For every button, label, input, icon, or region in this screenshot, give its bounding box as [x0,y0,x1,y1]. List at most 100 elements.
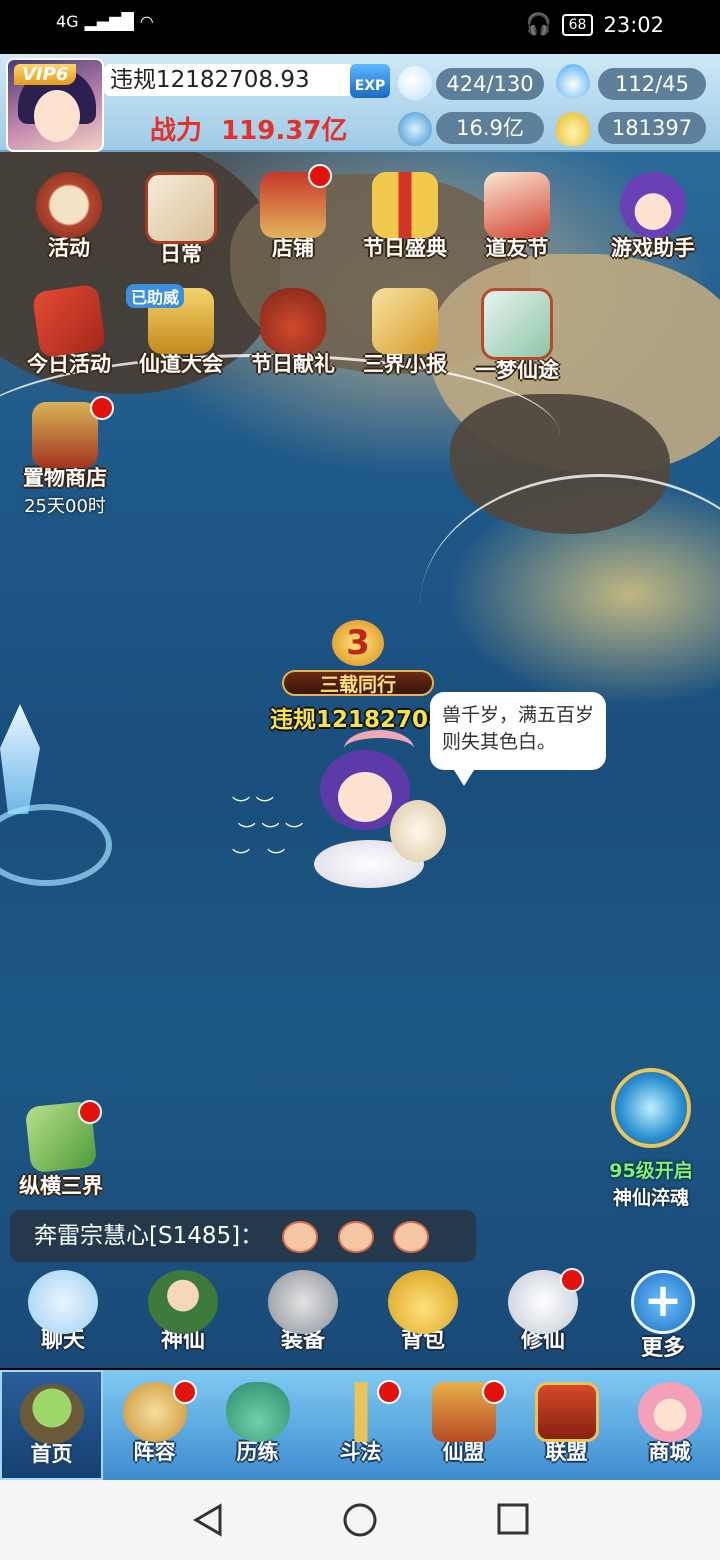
dream-scroll-icon [481,288,553,360]
pet-deer [390,800,446,862]
daoyou-festival-button[interactable]: 道友节 [462,172,572,262]
player-character[interactable] [310,730,460,900]
notification-dot [308,164,332,188]
today-activity-button[interactable]: 今日活动 [14,283,124,378]
vertical-realms-label: 纵横三界 [19,1174,103,1198]
player-hud: VIP6 违规12182708.93 EXP 战力 119.37亿 424/13… [0,54,720,152]
power-value: 119.37亿 [221,116,348,146]
soul-refine-feature[interactable]: 95级开启 神仙淬魂 [596,1068,706,1210]
chat-button[interactable]: 聊天 [18,1270,108,1354]
floating-island-icon [19,1384,84,1444]
tab-training[interactable]: 历练 [206,1370,309,1480]
birds-flock: ︶ ︶ ︶ ︶ ︶ ︶ ︶ [232,796,304,869]
tab-lineup[interactable]: 阵容 [103,1370,206,1480]
festival-gift-button[interactable]: 节日献礼 [238,288,348,378]
notification-dot [482,1380,506,1404]
gift-box-icon [372,172,438,238]
battery-indicator: 68 [561,13,594,36]
title-badge: 3 三载同行 [282,620,434,696]
energy-value[interactable]: 112/45 [598,68,706,100]
wifi-icon: ◠ [139,12,154,31]
character-name[interactable]: 违规12182708 [270,700,444,734]
grin-emoji-icon [282,1220,319,1253]
water-swirl [0,804,112,886]
exp-icon[interactable]: EXP [350,64,390,98]
storage-shop-icon [32,402,98,468]
game-assistant-button[interactable]: 游戏助手 [598,172,708,262]
cheered-badge: 已助威 [126,284,185,308]
immortal-hero-icon [148,1270,218,1334]
player-name-bar[interactable]: 违规12182708.93 [104,64,354,96]
gourd-icon [225,1382,290,1442]
festival-celebration-button[interactable]: 节日盛典 [350,172,460,262]
clock: 23:02 [603,12,664,37]
gem-icon [398,112,432,146]
grin-emoji-icon [337,1220,374,1253]
crystal-portal[interactable] [0,704,112,886]
world-chat-message[interactable]: 奔雷宗慧心[S1485]： [10,1210,476,1262]
storage-shop-timer: 25天00时 [24,496,106,517]
plus-icon: + [631,1270,695,1334]
notification-dot [78,1100,102,1124]
gem-value[interactable]: 16.9亿 [436,112,544,144]
more-button[interactable]: + 更多 [618,1270,708,1362]
player-avatar[interactable]: VIP6 [6,58,104,152]
crystal-icon [0,704,40,814]
cultivation-button[interactable]: 修仙 [498,1268,588,1354]
drum-icon [36,172,102,238]
shop-button[interactable]: 店铺 [238,164,348,262]
exp-value: .93 [273,67,310,93]
fox-girl-icon [637,1382,702,1442]
flag-icon [31,283,107,359]
notification-dot [173,1380,197,1404]
peach-icon [398,66,432,100]
notification-dot [90,396,114,420]
backpack-button[interactable]: 背包 [378,1270,468,1354]
bottom-tab-bar: 首页 阵容 历练 斗法 仙盟 联盟 商城 [0,1370,720,1480]
character-face [338,772,392,822]
money-bag-icon [388,1270,458,1334]
player-name: 违规12182708 [110,67,274,93]
combat-power: 战力 119.37亿 [150,110,347,147]
network-type: 4G [56,12,79,31]
storage-shop-button[interactable]: 置物商店 25天00时 [10,396,120,518]
chat-bubble-icon [28,1270,98,1334]
activity-button[interactable]: 活动 [14,172,124,262]
notification-dot [377,1380,401,1404]
avatar-face [34,90,80,142]
home-icon[interactable] [342,1502,378,1538]
chat-sender: 奔雷宗慧心[S1485]： [34,1223,264,1249]
vertical-realms-button[interactable]: 纵横三界 [6,1100,116,1200]
immortal-button[interactable]: 神仙 [138,1270,228,1354]
unlock-level-text: 95级开启 [609,1160,693,1182]
stamina-value[interactable]: 424/130 [436,68,544,100]
tab-alliance[interactable]: 联盟 [515,1370,618,1480]
status-bar: 4G ▂▄▆█ ◠ 🎧 68 23:02 [0,0,720,54]
tab-immortal-alliance[interactable]: 仙盟 [412,1370,515,1480]
daily-button[interactable]: 日常 [126,172,236,268]
gold-value[interactable]: 181397 [598,112,706,144]
system-nav-bar [0,1480,720,1560]
title-number: 3 [332,620,384,666]
tab-mall[interactable]: 商城 [618,1370,720,1480]
tab-duel[interactable]: 斗法 [309,1370,412,1480]
immortal-conference-button[interactable]: 已助威 仙道大会 [126,284,236,378]
recents-icon[interactable] [496,1502,530,1536]
feature-name-text: 神仙淬魂 [612,1187,689,1209]
three-realms-news-button[interactable]: 三界小报 [350,288,460,378]
equipment-button[interactable]: 装备 [258,1270,348,1354]
festival-banner-icon [484,172,550,238]
tab-home[interactable]: 首页 [0,1370,103,1480]
flame-icon [556,64,590,98]
assistant-girl-icon [620,172,686,238]
newspaper-scroll-icon [372,288,438,354]
armor-icon [268,1270,338,1334]
title-badge-text: 三载同行 [282,670,434,696]
vip-badge[interactable]: VIP6 [14,64,77,85]
alliance-banner-icon [534,1382,599,1442]
dream-journey-button[interactable]: 一梦仙途 [462,288,572,384]
scroll-brush-icon [145,172,217,244]
back-icon[interactable] [190,1502,226,1538]
headphones-icon: 🎧 [525,12,552,36]
notification-dot [560,1268,584,1292]
